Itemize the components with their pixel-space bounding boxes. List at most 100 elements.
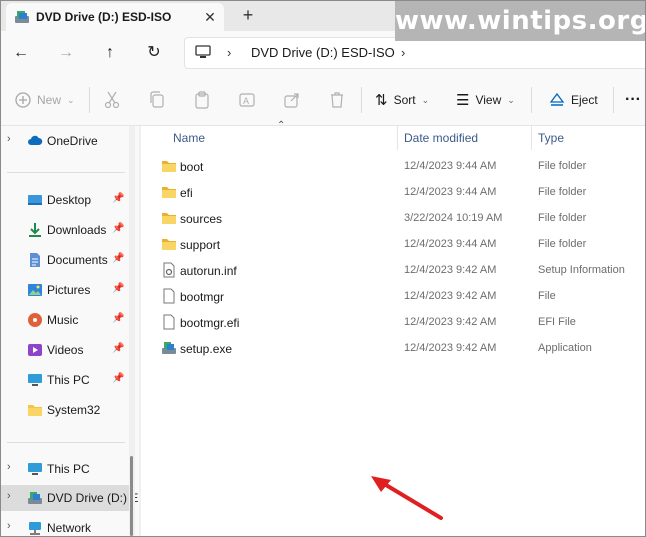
file-row-boot[interactable]: boot 12/4/2023 9:44 AM File folder <box>141 153 645 179</box>
column-divider[interactable] <box>531 126 532 150</box>
chevron-right-icon[interactable]: › <box>7 520 11 532</box>
folder-icon <box>162 161 176 172</box>
sidebar-item-pictures[interactable]: Pictures 📌 <box>1 277 129 303</box>
file-row-efi[interactable]: efi 12/4/2023 9:44 AM File folder <box>141 179 645 205</box>
new-tab-button[interactable]: + <box>239 6 257 24</box>
download-icon <box>29 223 41 237</box>
copy-icon[interactable] <box>149 91 165 109</box>
sidebar-scrollbar[interactable] <box>129 126 135 536</box>
sidebar-item-documents[interactable]: Documents 📌 <box>1 247 129 273</box>
file-icon <box>163 314 175 330</box>
file-date: 12/4/2023 9:42 AM <box>404 264 497 276</box>
paste-icon[interactable] <box>194 91 210 109</box>
chevron-right-icon[interactable]: › <box>7 461 11 473</box>
sidebar-item-label: Pictures <box>47 283 91 297</box>
sidebar-item-dvd-drive[interactable]: › DVD Drive (D:) E <box>1 485 138 511</box>
view-button[interactable]: ☰ View ⌄ <box>456 89 515 111</box>
chevron-right-icon[interactable]: › <box>401 45 405 60</box>
document-icon <box>30 253 40 267</box>
sidebar-item-label: DVD Drive (D:) E <box>47 491 139 505</box>
column-divider[interactable] <box>397 126 398 150</box>
file-type: File folder <box>538 212 587 224</box>
pin-icon: 📌 <box>112 313 125 324</box>
file-row-bootmgr-efi[interactable]: bootmgr.efi 12/4/2023 9:42 AM EFI File <box>141 309 645 335</box>
scrollbar-thumb[interactable] <box>130 456 133 536</box>
sidebar-item-music[interactable]: Music 📌 <box>1 307 129 333</box>
separator <box>361 87 362 113</box>
address-path[interactable]: DVD Drive (D:) ESD-ISO <box>251 45 395 60</box>
delete-icon[interactable] <box>329 91 345 109</box>
file-row-bootmgr[interactable]: bootmgr 12/4/2023 9:42 AM File <box>141 283 645 309</box>
sidebar-item-label: This PC <box>47 462 90 476</box>
back-button[interactable]: ← <box>9 41 33 65</box>
file-date: 12/4/2023 9:44 AM <box>404 160 497 172</box>
file-row-autorun[interactable]: autorun.inf 12/4/2023 9:42 AM Setup Info… <box>141 257 645 283</box>
music-icon <box>28 313 42 327</box>
sort-icon: ⇅ <box>375 92 388 109</box>
file-date: 12/4/2023 9:42 AM <box>404 316 497 328</box>
new-label: New <box>37 93 62 107</box>
folder-icon <box>162 213 176 224</box>
column-header-name[interactable]: Name <box>173 131 205 145</box>
chevron-right-icon[interactable]: › <box>7 133 11 145</box>
eject-button[interactable]: Eject <box>549 89 598 111</box>
file-name: efi <box>180 186 193 200</box>
share-icon[interactable] <box>284 91 300 109</box>
rename-icon[interactable]: A <box>239 91 255 109</box>
pc-icon <box>195 45 211 58</box>
close-tab-icon[interactable]: ✕ <box>201 8 219 26</box>
file-name: sources <box>180 212 223 226</box>
sidebar-item-system32[interactable]: System32 <box>1 397 129 423</box>
new-button[interactable]: New ⌄ <box>15 89 75 111</box>
sidebar-item-downloads[interactable]: Downloads 📌 <box>1 217 129 243</box>
file-name: bootmgr <box>180 290 225 304</box>
file-date: 12/4/2023 9:42 AM <box>404 342 497 354</box>
file-type: Application <box>538 342 592 354</box>
file-row-support[interactable]: support 12/4/2023 9:44 AM File folder <box>141 231 645 257</box>
folder-icon <box>162 239 176 250</box>
sidebar-item-videos[interactable]: Videos 📌 <box>1 337 129 363</box>
file-explorer-window: DVD Drive (D:) ESD-ISO ✕ + ← → ↑ ↻ › DVD… <box>0 0 646 537</box>
file-row-sources[interactable]: sources 3/22/2024 10:19 AM File folder <box>141 205 645 231</box>
sort-label: Sort <box>393 93 416 107</box>
sidebar-item-this-pc-quick[interactable]: This PC 📌 <box>1 367 129 393</box>
chevron-right-icon[interactable]: › <box>227 45 231 60</box>
file-type: File folder <box>538 186 587 198</box>
cut-icon[interactable] <box>104 91 120 109</box>
tab-dvd-drive[interactable]: DVD Drive (D:) ESD-ISO ✕ <box>6 3 224 31</box>
divider <box>7 442 125 443</box>
sidebar-item-label: Network <box>47 521 92 535</box>
settings-file-icon <box>163 262 175 278</box>
sidebar-item-network[interactable]: › Network <box>1 515 129 536</box>
add-circle-icon <box>15 92 31 108</box>
chevron-right-icon[interactable]: › <box>7 490 11 502</box>
more-options-button[interactable]: ··· <box>625 89 641 111</box>
refresh-button[interactable]: ↻ <box>142 41 166 65</box>
picture-icon <box>28 284 42 296</box>
sidebar-item-onedrive[interactable]: › OneDrive <box>1 128 129 154</box>
pc-icon <box>28 374 42 386</box>
cloud-icon <box>28 135 43 145</box>
file-date: 3/22/2024 10:19 AM <box>404 212 503 224</box>
file-list: ⌃ Name Date modified Type boot 12/4/2023… <box>141 120 645 536</box>
forward-button[interactable]: → <box>54 41 78 65</box>
pin-icon: 📌 <box>112 343 125 354</box>
file-date: 12/4/2023 9:44 AM <box>404 238 497 250</box>
file-date: 12/4/2023 9:44 AM <box>404 186 497 198</box>
column-header-date[interactable]: Date modified <box>404 131 478 145</box>
sidebar-item-label: OneDrive <box>47 134 98 148</box>
sort-ascending-icon: ⌃ <box>277 120 286 131</box>
sort-button[interactable]: ⇅ Sort ⌄ <box>375 89 429 111</box>
pin-icon: 📌 <box>112 373 125 384</box>
sidebar-item-label: Documents <box>47 253 108 267</box>
address-bar[interactable]: › DVD Drive (D:) ESD-ISO › <box>184 37 645 69</box>
file-row-setup-exe[interactable]: setup.exe 12/4/2023 9:42 AM Application <box>141 335 645 361</box>
pin-icon: 📌 <box>112 253 125 264</box>
pin-icon: 📌 <box>112 193 125 204</box>
up-button[interactable]: ↑ <box>98 41 122 65</box>
sidebar-item-desktop[interactable]: Desktop 📌 <box>1 187 129 213</box>
file-type: File folder <box>538 238 587 250</box>
annotation-arrow-icon <box>371 476 443 520</box>
column-header-type[interactable]: Type <box>538 131 564 145</box>
sidebar-item-this-pc[interactable]: › This PC <box>1 456 129 482</box>
